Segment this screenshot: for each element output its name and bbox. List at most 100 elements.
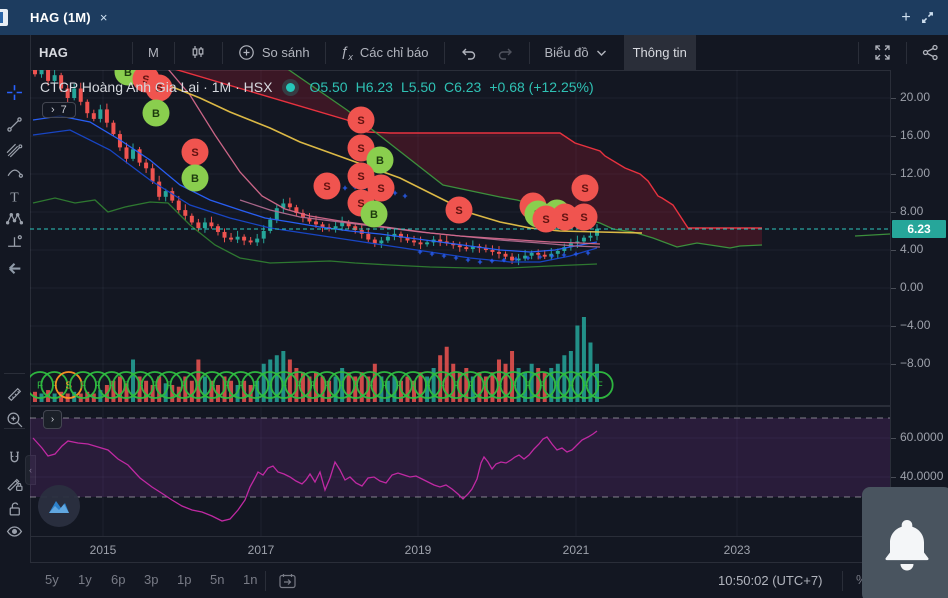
rsi-pane-expand-button[interactable]: ›	[43, 410, 62, 429]
candle-body	[223, 232, 227, 238]
add-tab-button[interactable]: +	[892, 9, 920, 27]
projection-tool[interactable]	[0, 228, 29, 254]
range-button-5n[interactable]: 5n	[210, 572, 224, 587]
candle-body	[582, 238, 586, 242]
signal-label: S	[357, 171, 364, 183]
candle-body	[314, 222, 318, 225]
chevron-down-icon	[596, 49, 607, 57]
symbol-button[interactable]: HAG	[30, 35, 126, 70]
candle-body	[275, 208, 279, 219]
psar-dot	[343, 186, 347, 190]
range-button-1y[interactable]: 1y	[78, 572, 92, 587]
popout-icon[interactable]	[920, 10, 948, 25]
share-button[interactable]	[913, 35, 948, 70]
candle-style-icon[interactable]	[181, 35, 216, 70]
candle-body	[92, 113, 96, 119]
signal-label: S	[580, 212, 587, 224]
drawing-toolbar: T	[0, 35, 31, 598]
share-icon	[922, 44, 939, 61]
tab-title[interactable]: HAG (1M)	[30, 10, 91, 25]
fullscreen-icon	[874, 44, 891, 61]
candle-body	[98, 109, 102, 119]
price-label: 8.00	[900, 204, 923, 218]
candle-body	[543, 255, 547, 257]
trend-line-tool[interactable]	[0, 111, 29, 137]
range-button-1p[interactable]: 1p	[177, 572, 191, 587]
volume-bar	[144, 381, 148, 402]
crosshair-tool[interactable]	[0, 79, 29, 105]
candle-body	[79, 89, 83, 102]
undo-button[interactable]	[451, 35, 487, 70]
candle-body	[124, 147, 128, 158]
chart-layout-menu[interactable]: Biểu đồ	[536, 35, 616, 70]
time-label: 2017	[248, 543, 275, 557]
volume-bar	[190, 381, 194, 402]
range-button-6p[interactable]: 6p	[111, 572, 125, 587]
compare-plus-icon	[238, 44, 255, 61]
signal-label: S	[581, 183, 588, 195]
clock[interactable]: 10:50:02 (UTC+7)	[718, 573, 822, 588]
candle-body	[46, 70, 50, 81]
time-axis[interactable]: 20152017201920212023	[30, 536, 890, 563]
price-label: 20.00	[900, 90, 930, 104]
price-label: 60.0000	[900, 430, 943, 444]
info-button[interactable]: Thông tin	[624, 35, 696, 70]
candle-body	[510, 257, 514, 261]
candle-body	[105, 109, 109, 122]
rsi-band	[30, 418, 890, 497]
candle-body	[249, 241, 253, 243]
indicators-button[interactable]: ƒx Các chỉ báo	[332, 35, 438, 70]
hide-all-tool[interactable]	[0, 518, 29, 544]
volume-bar	[281, 351, 285, 402]
price-label: 4.00	[900, 242, 923, 256]
candle-body	[196, 222, 200, 228]
indicators-expand-button[interactable]: ›7	[42, 102, 76, 118]
chart-logo-bubble[interactable]	[38, 485, 80, 527]
candle-body	[419, 242, 423, 244]
redo-button[interactable]	[487, 35, 523, 70]
range-button-5y[interactable]: 5y	[45, 572, 59, 587]
price-label: 0.00	[900, 280, 923, 294]
psar-dot	[478, 260, 482, 264]
range-button-3p[interactable]: 3p	[144, 572, 158, 587]
signal-label: S	[323, 181, 330, 193]
candle-body	[190, 216, 194, 223]
signal-label: B	[370, 209, 378, 221]
arc-tool[interactable]	[0, 158, 29, 184]
signal-label: S	[455, 205, 462, 217]
ruler-tool[interactable]	[0, 381, 29, 407]
signal-label: B	[191, 173, 199, 185]
last-price-badge: 6.23	[892, 220, 946, 238]
notification-overlay[interactable]	[862, 487, 948, 598]
fx-icon: ƒx	[341, 43, 353, 62]
candle-body	[138, 149, 142, 162]
interval-button[interactable]: M	[139, 35, 168, 70]
goto-date-button[interactable]	[278, 572, 297, 593]
hide-drawings-arrow[interactable]	[0, 255, 29, 281]
fullscreen-button[interactable]	[865, 35, 900, 70]
signal-label: S	[357, 115, 364, 127]
candle-body	[536, 253, 540, 255]
candle-body	[33, 70, 37, 74]
candle-body	[111, 123, 115, 134]
toolbar-divider	[4, 428, 25, 429]
candle-body	[151, 168, 155, 181]
candle-body	[373, 240, 377, 244]
compare-button[interactable]: So sánh	[229, 35, 319, 70]
signal-label: B	[152, 108, 160, 120]
psar-dot	[574, 252, 578, 256]
chart-pane[interactable]: FFSFFFFFFFFFFFFFFFFFFFFFFFFFFFFFFFFFFFFF…	[30, 70, 890, 536]
signal-label: S	[191, 147, 198, 159]
svg-text:T: T	[10, 189, 19, 204]
tab-close-icon[interactable]: ×	[100, 10, 108, 25]
time-label: 2021	[563, 543, 590, 557]
volume-bar	[569, 351, 573, 402]
candle-body	[72, 89, 76, 99]
range-button-1n[interactable]: 1n	[243, 572, 257, 587]
chart-canvas[interactable]: FFSFFFFFFFFFFFFFFFFFFFFFFFFFFFFFFFFFFFFF…	[30, 70, 890, 536]
candle-body	[66, 89, 70, 99]
candle-body	[157, 182, 161, 197]
candle-body	[288, 203, 292, 207]
psar-dot	[403, 194, 407, 198]
candle-body	[242, 237, 246, 241]
